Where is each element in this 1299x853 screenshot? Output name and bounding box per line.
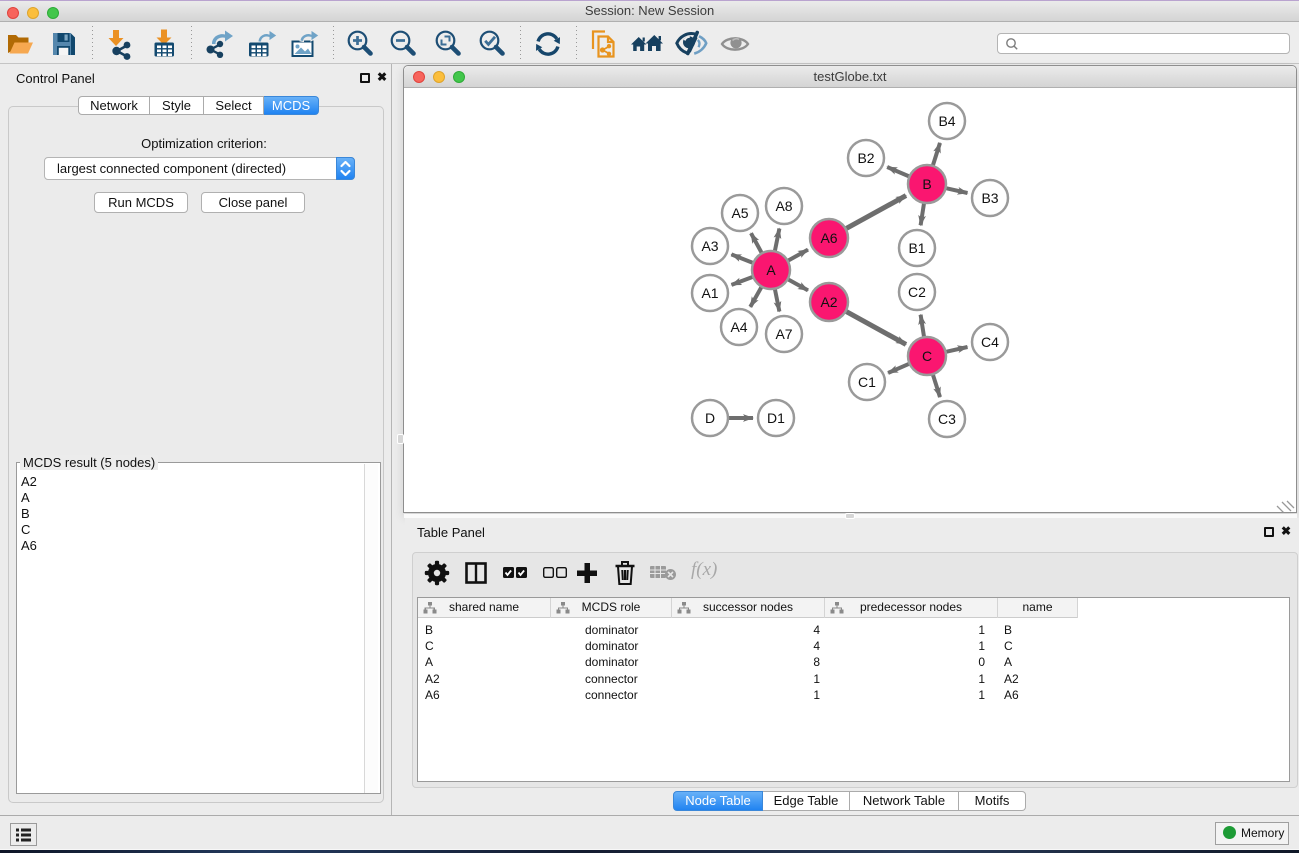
svg-text:B2: B2: [857, 150, 874, 166]
svg-text:D: D: [705, 410, 715, 426]
svg-text:A7: A7: [775, 326, 792, 342]
svg-text:B3: B3: [981, 190, 998, 206]
svg-text:C4: C4: [981, 334, 999, 350]
svg-text:A8: A8: [775, 198, 792, 214]
svg-text:A5: A5: [731, 205, 748, 221]
svg-text:C2: C2: [908, 284, 926, 300]
svg-text:C: C: [922, 348, 932, 364]
svg-text:B1: B1: [908, 240, 925, 256]
svg-text:D1: D1: [767, 410, 785, 426]
svg-text:C1: C1: [858, 374, 876, 390]
svg-text:A2: A2: [820, 294, 837, 310]
svg-text:C3: C3: [938, 411, 956, 427]
svg-text:A4: A4: [730, 319, 747, 335]
svg-text:A6: A6: [820, 230, 837, 246]
svg-text:A1: A1: [701, 285, 718, 301]
svg-text:A: A: [766, 262, 776, 278]
svg-text:A3: A3: [701, 238, 718, 254]
svg-text:B4: B4: [938, 113, 955, 129]
svg-text:B: B: [922, 176, 931, 192]
